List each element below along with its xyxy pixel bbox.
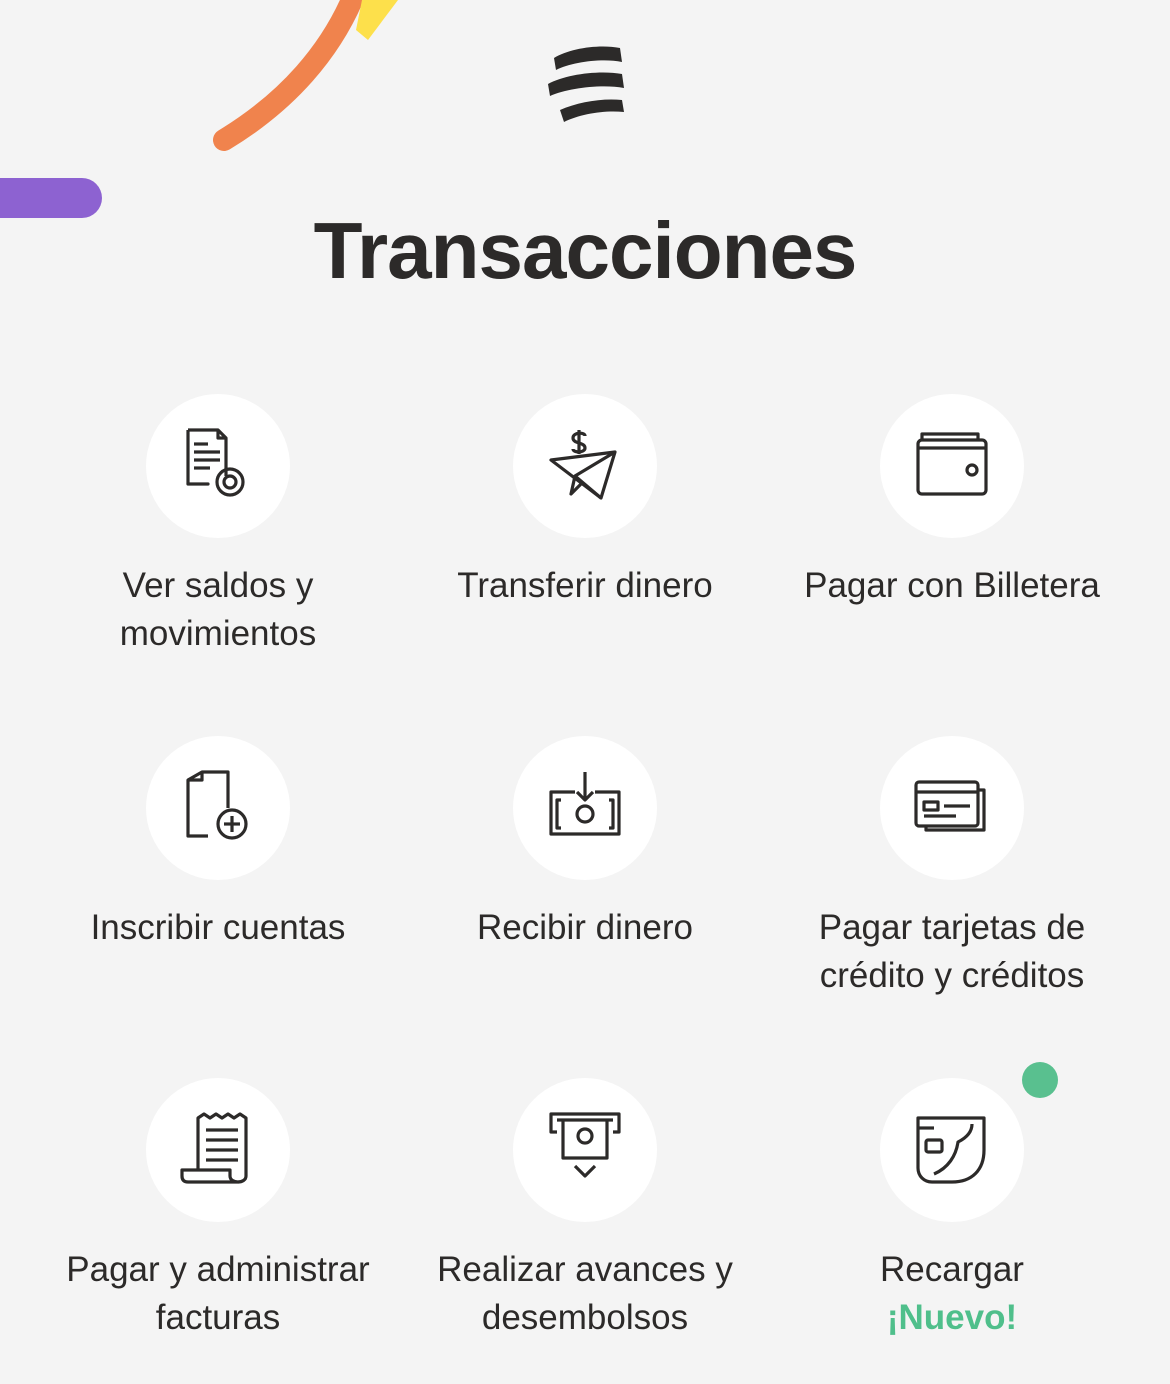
icon-circle [880,1078,1024,1222]
phone-recharge-icon [916,1116,986,1184]
icon-circle [513,394,657,538]
money-paper-plane-icon [549,430,617,500]
atm-withdraw-icon [549,1112,621,1178]
new-indicator-dot [1022,1062,1058,1098]
icon-circle [880,394,1024,538]
tile-label: Pagar tarjetas de crédito y créditos [818,908,1086,995]
icon-circle [880,736,1024,880]
icon-circle [146,1078,290,1222]
bank-logo-icon [548,46,624,122]
receive-money-icon [549,772,621,836]
decorative-strokes [0,0,398,218]
icon-circle [513,736,657,880]
tile-avances-desembolsos[interactable]: Realizar avances y desembolsos [402,1078,768,1378]
new-badge: ¡Nuevo! [886,1298,1018,1337]
document-balance-icon [186,428,245,497]
bill-receipt-icon [180,1112,248,1184]
icon-circle [513,1078,657,1222]
icon-circle [146,394,290,538]
tile-pagar-tarjetas[interactable]: Pagar tarjetas de crédito y créditos [769,736,1135,1036]
icon-circle [146,736,290,880]
tile-transferir-dinero[interactable]: Transferir dinero [402,394,768,694]
tile-label: Transferir dinero [457,566,713,605]
tile-label: Pagar y administrar facturas [66,1250,370,1337]
tile-ver-saldos[interactable]: Ver saldos y movimientos [35,394,401,694]
page-title: Transacciones [313,206,858,295]
tile-label: Realizar avances y desembolsos [437,1250,733,1337]
wallet-icon [916,432,988,496]
tile-label: Ver saldos y movimientos [119,566,317,653]
tile-label: Inscribir cuentas [90,908,346,947]
tile-label: Recargar ¡Nuevo! [769,1246,1135,1342]
tile-label: Pagar con Billetera [804,566,1100,605]
tile-recibir-dinero[interactable]: Recibir dinero [402,736,768,1036]
credit-cards-icon [914,780,986,832]
tile-pagar-facturas[interactable]: Pagar y administrar facturas [35,1078,401,1378]
tile-inscribir-cuentas[interactable]: Inscribir cuentas [35,736,401,1036]
tile-pagar-billetera[interactable]: Pagar con Billetera [769,394,1135,694]
tile-recargar[interactable]: Recargar ¡Nuevo! [769,1062,1135,1378]
tile-label: Recibir dinero [477,908,693,947]
document-add-icon [186,770,248,840]
